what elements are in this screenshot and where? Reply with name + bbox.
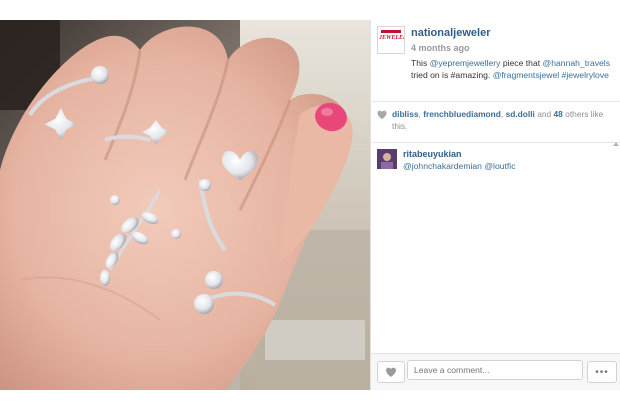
heart-icon: [386, 367, 396, 377]
caption-mention[interactable]: @hannah_travels: [543, 58, 611, 68]
post-photo[interactable]: [0, 20, 370, 390]
likes-separator: ,: [500, 109, 504, 119]
likes-count[interactable]: 48: [554, 109, 563, 119]
post-username[interactable]: nationaljeweler: [411, 27, 490, 39]
ring-hand-photo: [0, 20, 370, 390]
caption-text: This: [411, 58, 428, 68]
caption-hashtag[interactable]: #jewelrylove: [562, 70, 609, 80]
comment-username[interactable]: ritabeuyukian: [403, 149, 462, 159]
liker-link[interactable]: frenchbluediamond: [423, 109, 501, 119]
more-options-button[interactable]: •••: [587, 361, 617, 383]
scroll-up-icon[interactable]: [613, 142, 619, 146]
post-side-panel: JEWELER nationaljeweler 4 months ago Thi…: [370, 20, 620, 390]
like-button[interactable]: [377, 361, 405, 383]
caption-mention[interactable]: @fragmentsjewel: [493, 70, 560, 80]
post-timestamp[interactable]: 4 months ago: [411, 43, 470, 53]
commenter-avatar[interactable]: [377, 149, 397, 169]
comment-input[interactable]: [407, 360, 583, 380]
comment-item: ritabeuyukian @johnchakardemian @loutfic: [371, 143, 620, 183]
logo-bar: [381, 30, 401, 33]
likes-text: dibliss, frenchbluediamond, sd.dolli and…: [392, 108, 617, 132]
caption-text: piece that: [502, 58, 541, 68]
account-avatar[interactable]: JEWELER: [377, 26, 405, 54]
liker-link[interactable]: sd.dolli: [506, 109, 535, 119]
liker-link[interactable]: dibliss: [392, 109, 419, 119]
comment-text[interactable]: @johnchakardemian @loutfic: [403, 161, 516, 171]
comments-scrollbar[interactable]: [613, 142, 619, 378]
instagram-post: JEWELER nationaljeweler 4 months ago Thi…: [0, 20, 620, 390]
likes-section: dibliss, frenchbluediamond, sd.dolli and…: [371, 102, 620, 143]
caption-text: tried on is #amazing.: [411, 70, 491, 80]
likes-and: and: [537, 109, 552, 119]
account-logo: JEWELER: [379, 35, 405, 41]
comment-footer: •••: [371, 353, 620, 390]
post-header: JEWELER nationaljeweler 4 months ago Thi…: [371, 20, 620, 102]
post-caption: This @yepremjewellery piece that @hannah…: [411, 57, 616, 81]
heart-icon: [377, 110, 387, 119]
caption-mention[interactable]: @yepremjewellery: [430, 58, 501, 68]
more-dots-icon: •••: [595, 366, 609, 378]
likes-separator: ,: [418, 109, 421, 119]
